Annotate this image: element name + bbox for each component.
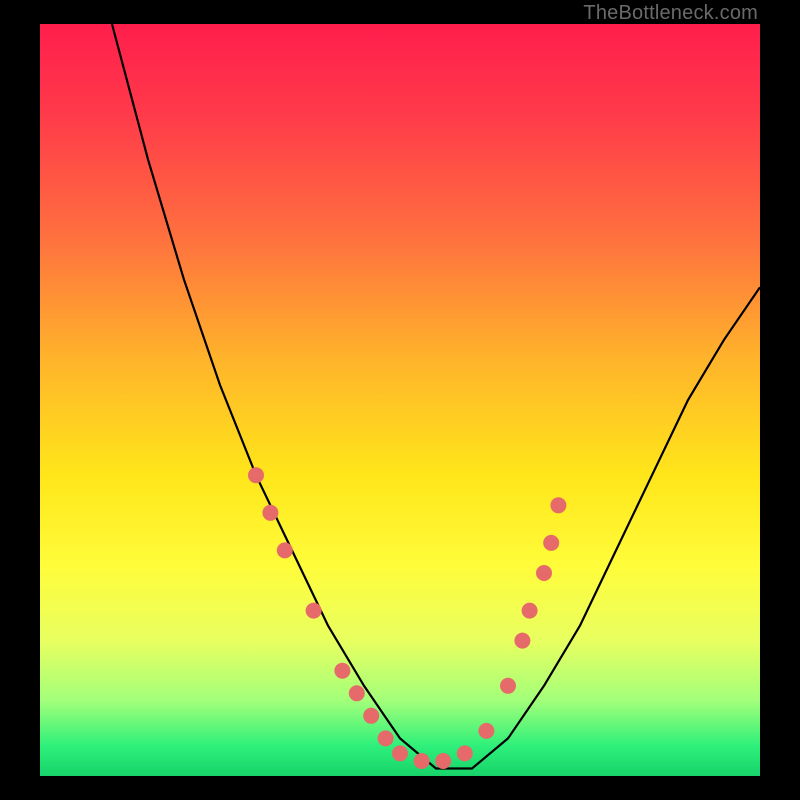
highlight-dot	[363, 708, 379, 724]
highlight-dot	[277, 542, 293, 558]
highlight-dot	[262, 505, 278, 521]
highlight-dot	[522, 603, 538, 619]
highlight-dot	[457, 745, 473, 761]
chart-svg	[40, 24, 760, 776]
highlight-dot	[414, 753, 430, 769]
highlight-dot	[536, 565, 552, 581]
highlight-dot	[378, 730, 394, 746]
highlight-dot	[435, 753, 451, 769]
highlight-dot	[550, 497, 566, 513]
highlight-dot	[248, 467, 264, 483]
chart-frame: TheBottleneck.com	[0, 0, 800, 800]
highlight-dot	[306, 603, 322, 619]
highlight-dot	[334, 663, 350, 679]
highlight-dot	[478, 723, 494, 739]
highlight-dot	[543, 535, 559, 551]
curve-path	[112, 24, 760, 769]
highlight-dot	[349, 685, 365, 701]
watermark-text: TheBottleneck.com	[583, 2, 758, 25]
highlight-dot	[500, 678, 516, 694]
highlight-dot	[392, 745, 408, 761]
plot-area	[40, 24, 760, 776]
bottleneck-curve	[112, 24, 760, 769]
highlight-dot	[514, 633, 530, 649]
